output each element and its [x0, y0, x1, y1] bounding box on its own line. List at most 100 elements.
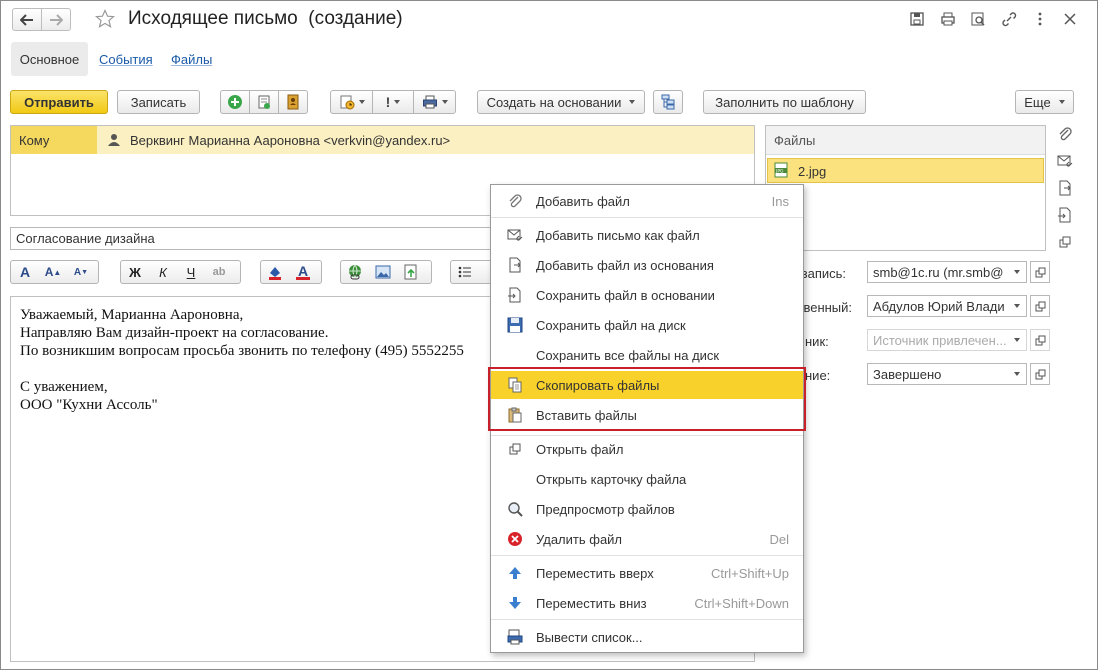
menu-item-save-all-files-to-disk[interactable]: Сохранить все файлы на диск [491, 341, 803, 369]
file-import-icon [509, 257, 521, 273]
bullet-list-icon[interactable] [451, 261, 479, 283]
printer-icon [422, 95, 437, 109]
open-file-icon [509, 443, 521, 455]
status-dropdown[interactable] [1007, 363, 1027, 385]
chevron-down-icon [441, 100, 448, 104]
bold-button[interactable]: Ж [121, 261, 149, 283]
structure-button[interactable] [653, 90, 683, 114]
preview-search-icon[interactable] [970, 11, 986, 27]
menu-item-move-down[interactable]: Переместить вниз Ctrl+Shift+Down [491, 589, 803, 617]
color-group: A [260, 260, 322, 284]
window-frame: Исходящее письмо (создание) Основное Соб… [0, 0, 1098, 670]
menu-item-save-file-to-disk[interactable]: Сохранить файл на диск [491, 311, 803, 339]
menu-separator [491, 217, 803, 218]
font-increase-icon[interactable]: A ▲ [39, 261, 67, 283]
chevron-down-icon [1013, 338, 1020, 342]
insert-image-icon[interactable] [369, 261, 397, 283]
file-name: 2.jpg [798, 164, 827, 179]
add-from-template-button[interactable] [249, 90, 279, 114]
responsible-field[interactable]: Абдулов Юрий Влади [867, 295, 1008, 317]
svg-text:JPG: JPG [775, 169, 784, 175]
mail-attach-side-icon[interactable] [1057, 153, 1073, 169]
add-button[interactable] [220, 90, 250, 114]
menu-item-label: Переместить вверх [536, 566, 654, 581]
account-field[interactable]: smb@1c.ru (mr.smb@ [867, 261, 1008, 283]
responsible-open[interactable] [1030, 295, 1050, 317]
strike-format-icon[interactable]: ab [205, 261, 233, 283]
save-button-label: Записать [130, 94, 187, 110]
fill-color-icon[interactable] [261, 261, 289, 283]
menu-item-open-file[interactable]: Открыть файл [491, 435, 803, 463]
font-a-icon[interactable]: A [11, 261, 39, 283]
account-dropdown[interactable] [1007, 261, 1027, 283]
attach-dropdown-button[interactable] [330, 90, 373, 114]
menu-item-add-letter-as-file[interactable]: Добавить письмо как файл [491, 221, 803, 249]
paperclip-icon [509, 194, 522, 208]
font-color-icon[interactable]: A [289, 261, 317, 283]
menu-item-output-list[interactable]: Вывести список... [491, 623, 803, 651]
tab-files[interactable]: Файлы [171, 52, 212, 67]
open-window-side-icon[interactable] [1057, 234, 1073, 250]
file-save-side-icon[interactable] [1057, 207, 1073, 223]
file-import-side-icon[interactable] [1057, 180, 1073, 196]
delete-red-icon [508, 532, 522, 546]
floppy-disk-icon [507, 317, 523, 333]
create-based-on-button[interactable]: Создать на основании [477, 90, 645, 114]
files-context-menu: Добавить файл Ins Добавить письмо как фа… [488, 184, 806, 653]
address-book-button[interactable] [278, 90, 308, 114]
menu-item-label: Добавить файл [536, 194, 630, 209]
document-add-icon [258, 95, 270, 109]
menu-item-add-file-from-base[interactable]: Добавить файл из основания [491, 251, 803, 279]
responsible-dropdown[interactable] [1007, 295, 1027, 317]
tab-main[interactable]: Основное [11, 42, 88, 76]
more-button-label: Еще [1024, 94, 1051, 110]
envelope-attach-icon [507, 229, 523, 241]
menu-item-save-file-to-base[interactable]: Сохранить файл в основании [491, 281, 803, 309]
menu-item-delete-file[interactable]: Удалить файл Del [491, 525, 803, 553]
attach-side-icon[interactable] [1057, 126, 1073, 142]
save-disk-icon[interactable] [909, 11, 925, 27]
back-button[interactable] [12, 8, 42, 31]
status-open[interactable] [1030, 363, 1050, 385]
menu-item-add-file[interactable]: Добавить файл Ins [491, 187, 803, 215]
link-icon[interactable] [1001, 11, 1017, 27]
menu-item-label: Открыть файл [536, 442, 624, 457]
fill-by-template-button[interactable]: Заполнить по шаблону [703, 90, 866, 114]
importance-dropdown-button[interactable]: ! [372, 90, 414, 114]
send-button[interactable]: Отправить [10, 90, 108, 114]
source-dropdown[interactable] [1007, 329, 1027, 351]
more-vertical-icon[interactable] [1032, 11, 1048, 27]
menu-item-label: Вывести список... [536, 630, 643, 645]
menu-separator [491, 555, 803, 556]
list-group [450, 260, 494, 284]
insert-object-icon[interactable] [397, 261, 425, 283]
menu-item-preview-files[interactable]: Предпросмотр файлов [491, 495, 803, 523]
status-field[interactable]: Завершено [867, 363, 1008, 385]
tab-events[interactable]: События [99, 52, 153, 67]
account-open[interactable] [1030, 261, 1050, 283]
subject-input[interactable]: Согласование дизайна [10, 227, 494, 250]
forward-button[interactable] [41, 8, 71, 31]
recipient-value[interactable]: Верквинг Марианна Аароновна <verkvin@yan… [130, 133, 450, 148]
print-icon[interactable] [940, 11, 956, 27]
fill-by-template-label: Заполнить по шаблону [715, 94, 854, 110]
hyperlink-icon[interactable] [341, 261, 369, 283]
print-dropdown-button[interactable] [413, 90, 456, 114]
font-decrease-icon[interactable]: A ▼ [67, 261, 95, 283]
list-print-icon [507, 629, 523, 645]
prop-label: ник: [805, 334, 829, 349]
star-icon[interactable] [95, 9, 115, 29]
menu-item-label: Сохранить все файлы на диск [536, 348, 720, 363]
chevron-down-icon [394, 100, 401, 104]
italic-button[interactable]: К [149, 261, 177, 283]
more-button[interactable]: Еще [1015, 90, 1074, 114]
save-button[interactable]: Записать [117, 90, 200, 114]
source-open[interactable] [1030, 329, 1050, 351]
menu-item-move-up[interactable]: Переместить вверх Ctrl+Shift+Up [491, 559, 803, 587]
open-window-icon [1035, 267, 1045, 277]
underline-button[interactable]: Ч [177, 261, 205, 283]
close-icon[interactable] [1062, 11, 1078, 27]
source-field[interactable]: Источник привлечен... [867, 329, 1008, 351]
chevron-down-icon [1013, 304, 1020, 308]
menu-item-open-file-card[interactable]: Открыть карточку файла [491, 465, 803, 493]
